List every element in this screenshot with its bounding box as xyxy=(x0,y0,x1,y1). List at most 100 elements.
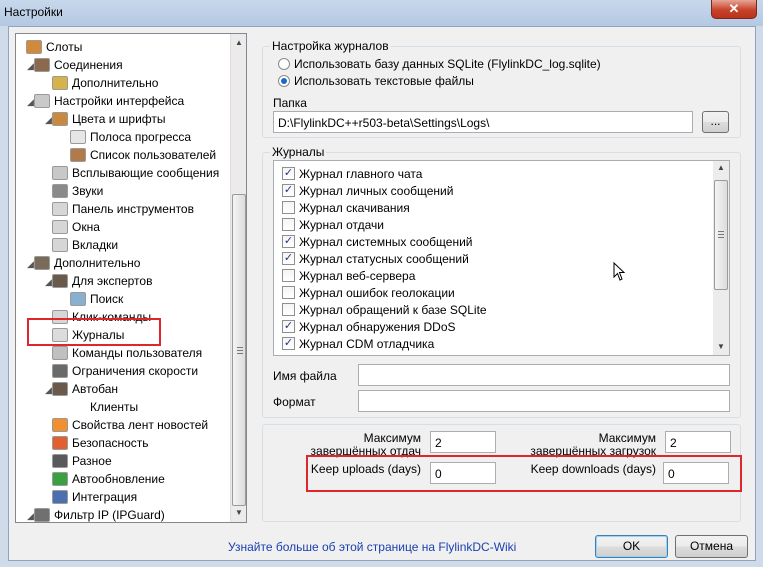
misc-icon xyxy=(52,454,68,468)
log-checkbox[interactable] xyxy=(282,201,295,214)
log-checkbox-label: Журнал системных сообщений xyxy=(299,234,473,249)
folder-path-field[interactable]: D:\FlylinkDC++r503-beta\Settings\Logs\ xyxy=(273,111,693,133)
settings-tree[interactable]: Слоты ◢ Соединения Дополнительно ◢ Настройки … xyxy=(15,33,247,523)
log-checkbox-label: Журнал обнаружения DDoS xyxy=(299,319,456,334)
textfiles-radio-label[interactable]: Использовать текстовые файлы xyxy=(294,74,474,88)
tree-item-label: Ограничения скорости xyxy=(72,364,199,378)
scroll-up-arrow-icon[interactable]: ▲ xyxy=(231,36,247,50)
tree-item[interactable]: Окна xyxy=(52,218,100,236)
tree-item[interactable]: Автобан xyxy=(52,380,118,398)
log-checkbox[interactable]: ✓ xyxy=(282,337,295,350)
tree-scroll-thumb[interactable] xyxy=(232,194,246,506)
tree-item[interactable]: Список пользователей xyxy=(70,146,216,164)
update-icon xyxy=(52,472,68,486)
log-checkbox-row[interactable]: Журнал веб-сервера xyxy=(282,267,415,284)
format-input[interactable] xyxy=(358,390,730,412)
tree-item[interactable]: Слоты xyxy=(26,38,82,56)
tree-item[interactable]: Клиенты xyxy=(70,398,138,416)
tree-item[interactable]: Автообновление xyxy=(52,470,165,488)
log-checkbox[interactable]: ✓ xyxy=(282,252,295,265)
tree-item[interactable]: Ограничения скорости xyxy=(52,362,198,380)
tree-item[interactable]: Дополнительно xyxy=(34,254,140,272)
tree-item[interactable]: Полоса прогресса xyxy=(70,128,191,146)
log-checkbox-label: Журнал ошибок геолокации xyxy=(299,285,455,300)
logs-scrollbar[interactable]: ▲ ▼ xyxy=(713,161,729,355)
textfiles-radio[interactable] xyxy=(278,75,290,87)
format-label: Формат xyxy=(273,395,316,409)
key-icon xyxy=(52,76,68,90)
log-checkbox-row[interactable]: ✓ Журнал системных сообщений xyxy=(282,233,473,250)
ipguard-icon xyxy=(34,508,50,522)
log-checkbox-row[interactable]: Журнал отдачи xyxy=(282,216,384,233)
log-checkbox-row[interactable]: ✓ Журнал главного чата xyxy=(282,165,422,182)
tree-item[interactable]: Фильтр IP (IPGuard) xyxy=(34,506,165,522)
tree-item-label: Дополнительно xyxy=(72,76,159,90)
integration-icon xyxy=(52,490,68,504)
tree-item-label: Автобан xyxy=(72,382,119,396)
logs-scroll-up-icon[interactable]: ▲ xyxy=(717,163,725,172)
log-checkbox[interactable] xyxy=(282,303,295,316)
cancel-button[interactable]: Отмена xyxy=(675,535,748,558)
log-checkbox-row[interactable]: ✓ Журнал статусных сообщений xyxy=(282,250,469,267)
tree-item[interactable]: Поиск xyxy=(70,290,123,308)
logs-scroll-down-icon[interactable]: ▼ xyxy=(717,342,725,351)
tree-item[interactable]: Вкладки xyxy=(52,236,118,254)
tree-item[interactable]: Панель инструментов xyxy=(52,200,194,218)
tree-item[interactable]: Безопасность xyxy=(52,434,149,452)
windows-icon xyxy=(52,220,68,234)
tree-item[interactable]: Соединения xyxy=(34,56,123,74)
security-icon xyxy=(52,436,68,450)
close-button[interactable]: ✕ xyxy=(711,0,757,19)
speaker-icon xyxy=(52,184,68,198)
logs-group-label: Журналы xyxy=(270,145,327,159)
logs-scroll-thumb[interactable] xyxy=(714,180,728,290)
close-icon: ✕ xyxy=(728,1,740,16)
tree-item[interactable]: Интеграция xyxy=(52,488,137,506)
tree-item-label: Цвета и шрифты xyxy=(72,112,166,126)
log-checkbox[interactable] xyxy=(282,218,295,231)
tree-item-label: Всплывающие сообщения xyxy=(72,166,220,180)
log-checkbox[interactable]: ✓ xyxy=(282,320,295,333)
sqlite-radio-label[interactable]: Использовать базу данных SQLite (Flylink… xyxy=(294,57,601,71)
max-downloads-input[interactable]: 2 xyxy=(665,431,731,453)
tree-item-label: Безопасность xyxy=(72,436,149,450)
log-checkbox-label: Журнал скачивания xyxy=(299,200,410,215)
ok-button[interactable]: OK xyxy=(595,535,668,558)
sqlite-radio[interactable] xyxy=(278,58,290,70)
tree-item[interactable]: Разное xyxy=(52,452,112,470)
tools-icon xyxy=(34,256,50,270)
users-icon xyxy=(70,148,86,162)
scroll-down-arrow-icon[interactable]: ▼ xyxy=(231,506,247,520)
log-checkbox[interactable] xyxy=(282,269,295,282)
tree-item[interactable]: Для экспертов xyxy=(52,272,152,290)
log-checkbox-row[interactable]: ✓ Журнал CDM отладчика xyxy=(282,335,434,352)
log-checkbox-row[interactable]: Журнал ошибок геолокации xyxy=(282,284,455,301)
log-checkbox-row[interactable]: ✓ Журнал личных сообщений xyxy=(282,182,453,199)
tree-item-label: Окна xyxy=(72,220,100,234)
tree-item[interactable]: Дополнительно xyxy=(52,74,158,92)
max-uploads-input[interactable]: 2 xyxy=(430,431,496,453)
log-checkbox[interactable]: ✓ xyxy=(282,184,295,197)
tree-scrollbar[interactable]: ▲ ▼ xyxy=(230,34,246,522)
tree-item[interactable]: Всплывающие сообщения xyxy=(52,164,219,182)
log-checkbox[interactable]: ✓ xyxy=(282,167,295,180)
tree-item[interactable]: Цвета и шрифты xyxy=(52,110,166,128)
browse-button[interactable]: ... xyxy=(702,111,729,133)
window-title: Настройки xyxy=(4,5,63,19)
wiki-link[interactable]: Узнайте больше об этой странице на Flyli… xyxy=(228,540,516,554)
log-checkbox-row[interactable]: Журнал скачивания xyxy=(282,199,410,216)
log-checkbox-row[interactable]: ✓ Журнал обнаружения DDoS xyxy=(282,318,456,335)
filename-input[interactable] xyxy=(358,364,730,386)
commands-icon xyxy=(52,346,68,360)
tree-item[interactable]: Звуки xyxy=(52,182,103,200)
log-checkbox-row[interactable]: Журнал обращений к базе SQLite xyxy=(282,301,487,318)
logs-checklist[interactable]: ▲ ▼ ✓ Журнал главного чата ✓ Журнал личных … xyxy=(273,160,730,356)
log-checkbox[interactable] xyxy=(282,286,295,299)
tree-item[interactable]: Свойства лент новостей xyxy=(52,416,208,434)
log-checkbox[interactable]: ✓ xyxy=(282,235,295,248)
search-icon xyxy=(70,292,86,306)
tree-item[interactable]: Настройки интерфейса xyxy=(34,92,184,110)
tree-item[interactable]: Команды пользователя xyxy=(52,344,202,362)
tree-item-label: Для экспертов xyxy=(72,274,153,288)
folder-label: Папка xyxy=(273,96,307,110)
